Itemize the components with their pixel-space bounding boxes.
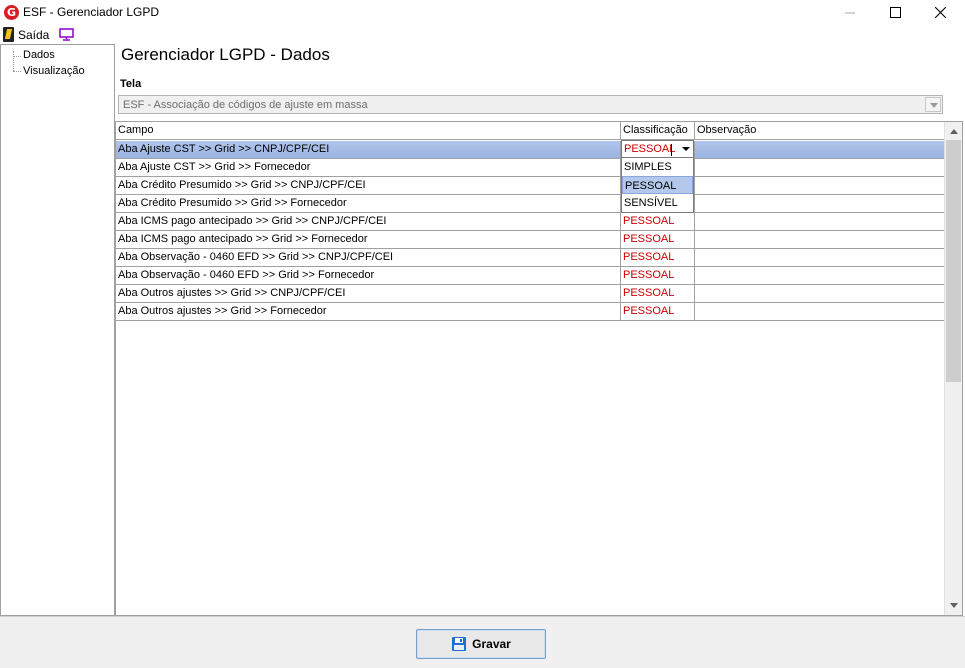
table-row[interactable]: Aba Ajuste CST >> Grid >> CNPJ/CPF/CEIPE… <box>116 141 944 159</box>
data-grid: Campo Classificação Observação Aba Ajust… <box>115 121 963 616</box>
cell-observacao[interactable] <box>695 177 944 194</box>
cell-observacao[interactable] <box>695 195 944 212</box>
footer-bar: Gravar <box>0 616 965 668</box>
cell-classificacao[interactable]: PESSOAL <box>621 303 695 320</box>
tree-connector <box>13 51 14 71</box>
tree-item-visualizacao[interactable]: Visualização <box>23 65 85 77</box>
cell-campo[interactable]: Aba Crédito Presumido >> Grid >> Fornece… <box>116 195 621 212</box>
page-title: Gerenciador LGPD - Dados <box>121 45 330 64</box>
table-row[interactable]: Aba Outros ajustes >> Grid >> Fornecedor… <box>116 303 944 321</box>
floppy-disk-icon <box>452 637 467 651</box>
app-logo-icon: G <box>4 5 19 20</box>
text-caret <box>671 144 672 156</box>
scroll-thumb[interactable] <box>946 140 961 382</box>
tree-item-dados[interactable]: Dados <box>23 49 55 61</box>
close-icon <box>934 7 946 18</box>
cell-observacao[interactable] <box>695 141 944 158</box>
cell-observacao[interactable] <box>695 267 944 284</box>
cell-campo[interactable]: Aba Outros ajustes >> Grid >> Fornecedor <box>116 303 621 320</box>
tela-select-value: ESF - Associação de códigos de ajuste em… <box>123 99 368 111</box>
grid-header: Campo Classificação Observação <box>116 122 945 140</box>
save-button-label: Gravar <box>472 637 511 651</box>
window-title: ESF - Gerenciador LGPD <box>23 5 160 19</box>
table-row[interactable]: Aba Crédito Presumido >> Grid >> CNPJ/CP… <box>116 177 944 195</box>
cell-observacao[interactable] <box>695 159 944 176</box>
table-row[interactable]: Aba ICMS pago antecipado >> Grid >> Forn… <box>116 231 944 249</box>
table-row[interactable]: Aba Crédito Presumido >> Grid >> Fornece… <box>116 195 944 213</box>
cell-campo[interactable]: Aba ICMS pago antecipado >> Grid >> Forn… <box>116 231 621 248</box>
column-header-campo[interactable]: Campo <box>116 122 621 140</box>
classification-editor[interactable]: PESSOAL <box>621 140 694 158</box>
cell-observacao[interactable] <box>695 285 944 302</box>
dropdown-option-pessoal[interactable]: PESSOAL <box>622 176 693 194</box>
cell-campo[interactable]: Aba Outros ajustes >> Grid >> CNPJ/CPF/C… <box>116 285 621 302</box>
cell-classificacao[interactable]: PESSOAL <box>621 249 695 266</box>
cell-classificacao[interactable]: PESSOAL <box>621 231 695 248</box>
tela-select[interactable]: ESF - Associação de códigos de ajuste em… <box>118 95 943 114</box>
tela-label: Tela <box>120 78 142 90</box>
cell-classificacao[interactable]: PESSOAL <box>621 213 695 230</box>
table-row[interactable]: Aba Observação - 0460 EFD >> Grid >> For… <box>116 267 944 285</box>
table-row[interactable]: Aba Outros ajustes >> Grid >> CNPJ/CPF/C… <box>116 285 944 303</box>
scroll-up-icon[interactable] <box>950 129 958 134</box>
menu-bar <box>0 25 965 44</box>
tree-connector <box>13 56 21 57</box>
cell-campo[interactable]: Aba Ajuste CST >> Grid >> CNPJ/CPF/CEI <box>116 141 621 158</box>
classification-dropdown: SIMPLES PESSOAL SENSÍVEL <box>621 157 694 213</box>
monitor-icon[interactable] <box>59 28 74 41</box>
navigation-tree: Dados Visualização <box>0 44 115 616</box>
cell-observacao[interactable] <box>695 249 944 266</box>
tree-connector <box>13 71 21 72</box>
exit-menu-item[interactable]: Saída <box>18 28 49 42</box>
chevron-down-icon[interactable] <box>682 147 690 151</box>
column-header-classificacao[interactable]: Classificação <box>621 122 695 140</box>
cell-campo[interactable]: Aba ICMS pago antecipado >> Grid >> CNPJ… <box>116 213 621 230</box>
table-row[interactable]: Aba Observação - 0460 EFD >> Grid >> CNP… <box>116 249 944 267</box>
cell-campo[interactable]: Aba Observação - 0460 EFD >> Grid >> CNP… <box>116 249 621 266</box>
chevron-down-icon[interactable] <box>925 97 941 112</box>
table-row[interactable]: Aba ICMS pago antecipado >> Grid >> CNPJ… <box>116 213 944 231</box>
cell-observacao[interactable] <box>695 303 944 320</box>
cell-campo[interactable]: Aba Ajuste CST >> Grid >> Fornecedor <box>116 159 621 176</box>
scroll-down-icon[interactable] <box>950 603 958 608</box>
table-row[interactable]: Aba Ajuste CST >> Grid >> FornecedorPESS… <box>116 159 944 177</box>
cell-observacao[interactable] <box>695 213 944 230</box>
cell-campo[interactable]: Aba Observação - 0460 EFD >> Grid >> For… <box>116 267 621 284</box>
column-header-observacao[interactable]: Observação <box>695 122 945 140</box>
cell-observacao[interactable] <box>695 231 944 248</box>
cell-classificacao[interactable]: PESSOAL <box>621 285 695 302</box>
minimize-icon <box>845 12 855 13</box>
save-button[interactable]: Gravar <box>416 629 546 659</box>
minimize-button[interactable] <box>827 0 873 25</box>
classification-editor-value: PESSOAL <box>624 143 676 155</box>
dropdown-option-simples[interactable]: SIMPLES <box>622 158 693 176</box>
cell-classificacao[interactable]: PESSOAL <box>621 267 695 284</box>
title-bar: G ESF - Gerenciador LGPD <box>0 0 965 25</box>
cell-campo[interactable]: Aba Crédito Presumido >> Grid >> CNPJ/CP… <box>116 177 621 194</box>
exit-icon[interactable] <box>3 27 14 42</box>
maximize-icon <box>889 7 901 18</box>
vertical-scrollbar[interactable] <box>944 122 962 615</box>
maximize-button[interactable] <box>872 0 918 25</box>
close-button[interactable] <box>917 0 963 25</box>
dropdown-option-sensivel[interactable]: SENSÍVEL <box>622 194 693 212</box>
